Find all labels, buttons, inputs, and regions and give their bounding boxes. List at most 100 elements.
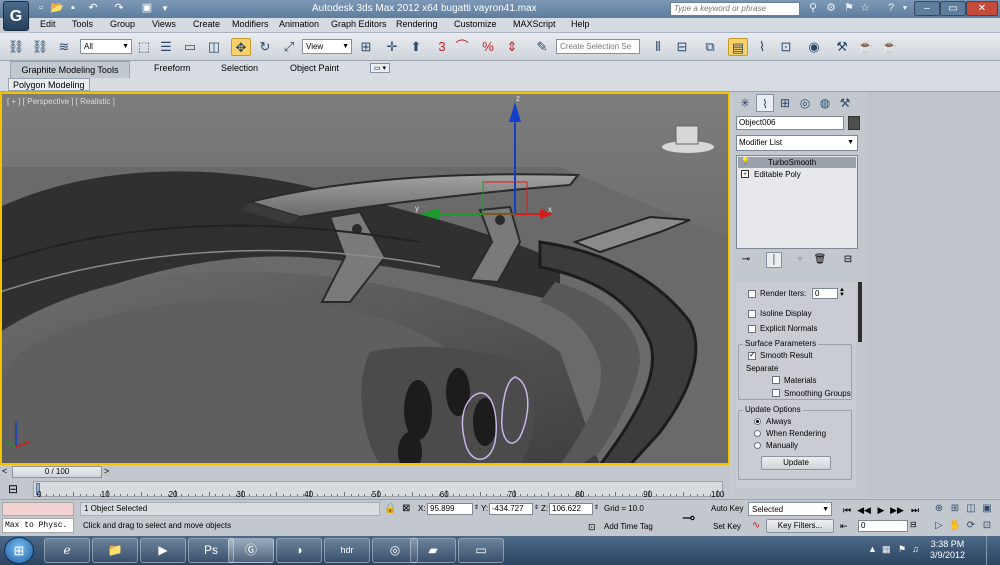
create-tab-icon[interactable]: ✳	[736, 94, 754, 112]
quick-access-dropdown-icon[interactable]: ▼	[158, 2, 172, 15]
scale-icon[interactable]: ⤢	[279, 38, 299, 56]
communication-center-icon[interactable]: ⚑	[842, 2, 856, 15]
menu-views[interactable]: Views	[152, 19, 176, 29]
current-frame-field[interactable]: 0	[858, 520, 908, 532]
time-slider-thumb[interactable]: 0 / 100	[12, 466, 102, 478]
hdr-app-icon[interactable]: hdr	[324, 538, 370, 563]
search-input[interactable]: Type a keyword or phrase	[670, 2, 800, 16]
media-player-icon[interactable]: ▶	[140, 538, 186, 563]
notes-icon[interactable]: ▰	[410, 538, 456, 563]
z-coordinate-field[interactable]: 106.622	[549, 503, 593, 515]
bulb-icon[interactable]: 💡	[741, 158, 750, 166]
save-icon[interactable]: ▪	[66, 2, 80, 15]
unlink-icon[interactable]: ⛓	[30, 38, 50, 56]
next-key-icon[interactable]: ▶▶	[890, 504, 904, 516]
set-key-icon[interactable]: ∿	[752, 520, 760, 531]
bind-space-warp-icon[interactable]: ≋	[54, 38, 74, 56]
app-icon[interactable]: ◑	[276, 538, 322, 563]
zoom-all-icon[interactable]: ⊞	[948, 502, 962, 515]
configure-modifier-sets-icon[interactable]: ⊟	[840, 252, 856, 268]
field-of-view-icon[interactable]: ▷	[932, 519, 946, 532]
picture-viewer-icon[interactable]: ▭	[458, 538, 504, 563]
menu-customize[interactable]: Customize	[454, 19, 497, 29]
keyboard-shortcut-override-icon[interactable]: ⬆	[406, 38, 426, 56]
menu-help[interactable]: Help	[571, 19, 590, 29]
isoline-display-checkbox[interactable]	[748, 310, 756, 318]
pan-icon[interactable]: ✋	[948, 519, 962, 532]
absolute-mode-icon[interactable]: ⊠	[402, 503, 410, 514]
internet-explorer-icon[interactable]: ℯ	[44, 538, 90, 563]
mini-curve-editor-icon[interactable]: ⊟	[8, 482, 18, 496]
manually-radio[interactable]	[754, 442, 761, 449]
tab-freeform[interactable]: Freeform	[154, 63, 191, 73]
project-folder-icon[interactable]: ▣	[140, 2, 154, 15]
smooth-result-checkbox[interactable]	[748, 350, 756, 360]
select-by-name-icon[interactable]: ☰	[156, 38, 176, 56]
new-file-icon[interactable]: ▫	[34, 2, 48, 15]
key-mode-toggle-icon[interactable]: ⇤	[840, 521, 848, 532]
modifier-list-dropdown[interactable]: Modifier List ▼	[736, 135, 858, 151]
subscription-icon[interactable]: ⚙	[824, 2, 838, 15]
window-crossing-icon[interactable]: ◫	[204, 38, 224, 56]
default-in-out-tangent-key-icon[interactable]: ⊸	[682, 508, 695, 528]
binoculars-icon[interactable]: ⚲	[806, 2, 820, 15]
redo-icon[interactable]: ↷	[112, 2, 126, 15]
help-dropdown-icon[interactable]: ▼	[898, 2, 912, 15]
volume-icon[interactable]: ♫	[912, 544, 919, 554]
display-tab-icon[interactable]: ◍	[816, 94, 834, 112]
update-button[interactable]: Update	[761, 456, 831, 470]
menu-graph-editors[interactable]: Graph Editors	[331, 19, 387, 29]
orbit-icon[interactable]: ⟳	[964, 519, 978, 532]
key-filters-button[interactable]: Key Filters...	[766, 519, 834, 533]
maximize-viewport-icon[interactable]: ⊡	[980, 519, 994, 532]
time-configuration-icon[interactable]: ⊟	[910, 520, 917, 529]
view-cube[interactable]	[678, 126, 700, 144]
menu-tools[interactable]: Tools	[72, 19, 93, 29]
zoom-extents-icon[interactable]: ◫	[964, 502, 978, 515]
menu-rendering[interactable]: Rendering	[396, 19, 438, 29]
show-desktop-button[interactable]	[986, 536, 1000, 565]
render-iters-checkbox[interactable]	[748, 290, 756, 298]
render-iters-spinner[interactable]: 0 ▲ ▼	[812, 287, 845, 299]
mirror-icon[interactable]: ⫴	[648, 38, 668, 56]
network-icon[interactable]: ▦	[882, 544, 891, 555]
panel-scrollbar[interactable]	[858, 282, 862, 342]
selection-filter-dropdown[interactable]: All ▼	[80, 39, 132, 54]
menu-maxscript[interactable]: MAXScript	[513, 19, 556, 29]
polygon-modeling-panel-button[interactable]: Polygon Modeling	[8, 78, 90, 91]
open-file-icon[interactable]: 📂	[50, 2, 64, 15]
viewport-label-menu[interactable]: [ + ] [ Perspective ] [ Realistic ]	[7, 97, 115, 106]
clock[interactable]: 3:38 PM 3/9/2012	[930, 539, 965, 561]
tab-selection[interactable]: Selection	[221, 63, 258, 73]
reference-coordinate-dropdown[interactable]: View ▼	[302, 39, 352, 54]
percent-snap-icon[interactable]: %	[478, 38, 498, 56]
expand-plus-icon[interactable]: +	[741, 170, 749, 178]
tab-object-paint[interactable]: Object Paint	[290, 63, 339, 73]
layer-manager-icon[interactable]: ⧉	[700, 38, 720, 56]
minimize-button[interactable]: –	[914, 1, 940, 16]
menu-create[interactable]: Create	[193, 19, 220, 29]
utilities-tab-icon[interactable]: ⚒	[836, 94, 854, 112]
spinner-arrows-icon[interactable]: ⇕	[474, 504, 479, 511]
always-radio[interactable]	[754, 418, 761, 425]
x-coordinate-field[interactable]: 95.899	[427, 503, 473, 515]
add-time-tag-button[interactable]: Add Time Tag	[604, 522, 653, 531]
explicit-normals-checkbox[interactable]	[748, 325, 756, 333]
select-manipulate-icon[interactable]: ✛	[382, 38, 402, 56]
show-end-result-icon[interactable]: ⏐	[766, 252, 782, 268]
close-button[interactable]: ✕	[966, 1, 998, 16]
menu-animation[interactable]: Animation	[279, 19, 319, 29]
stack-item-editable-poly[interactable]: + Editable Poly	[738, 169, 856, 180]
play-icon[interactable]: ▶	[874, 504, 888, 516]
spinner-arrows-icon[interactable]: ⇕	[594, 504, 599, 511]
favorites-star-icon[interactable]: ☆	[858, 2, 872, 15]
go-to-start-icon[interactable]: ⏮	[840, 504, 854, 516]
snaps-toggle-icon[interactable]: 3	[432, 38, 452, 56]
zoom-extents-all-icon[interactable]: ▣	[980, 502, 994, 515]
material-editor-icon[interactable]: ◉	[804, 38, 824, 56]
y-coordinate-field[interactable]: -434.727	[489, 503, 533, 515]
zoom-icon[interactable]: ⊕	[932, 502, 946, 515]
previous-key-icon[interactable]: ◀◀	[857, 504, 871, 516]
show-hidden-icons-icon[interactable]: ▲	[868, 544, 877, 554]
menu-group[interactable]: Group	[110, 19, 135, 29]
